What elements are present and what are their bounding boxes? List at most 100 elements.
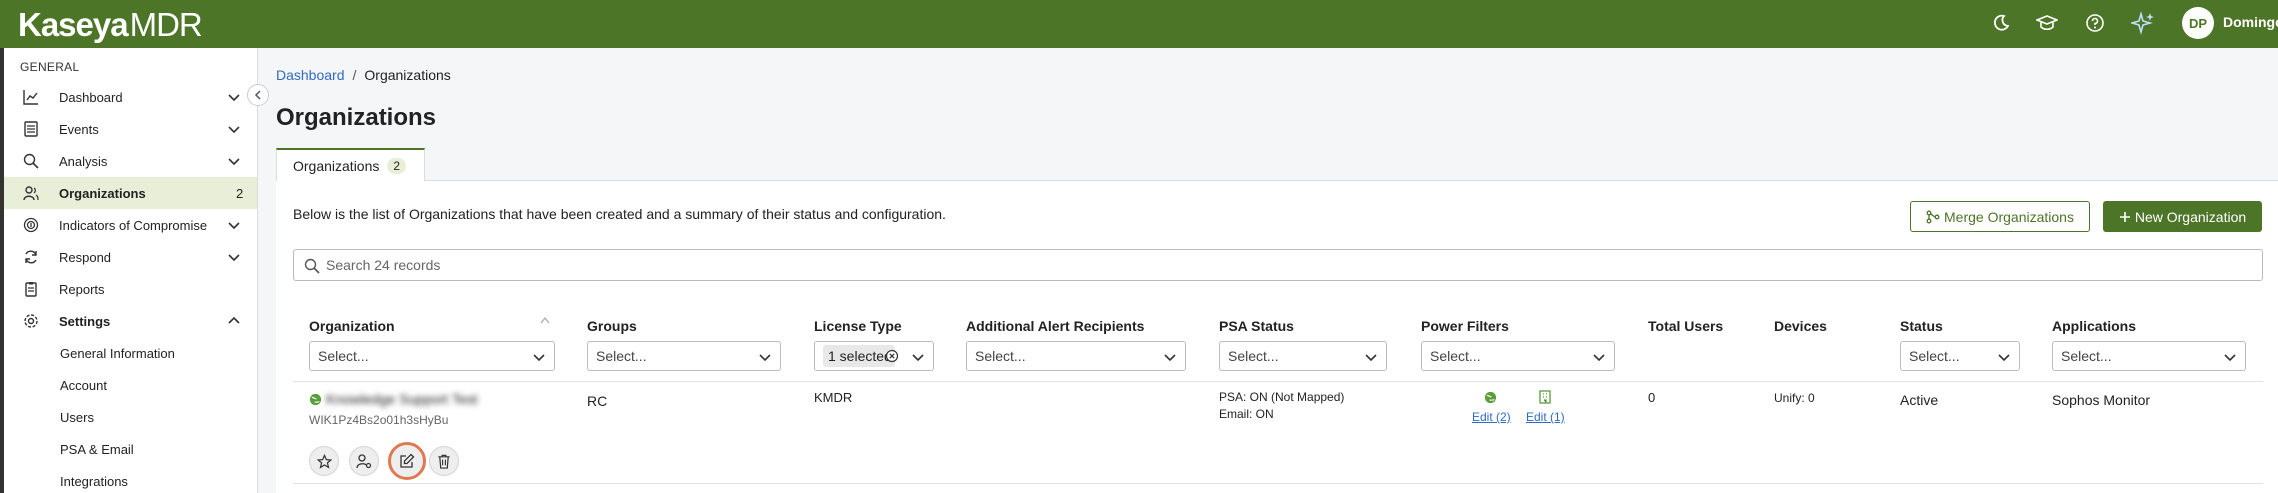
building-icon (1539, 390, 1551, 404)
column-header-total-users[interactable]: Total Users (1648, 318, 1723, 334)
sidebar-item-label: Organizations (59, 186, 146, 201)
help-icon[interactable] (2082, 10, 2108, 36)
delete-organization-button[interactable] (429, 446, 459, 476)
sidebar-item-label: Analysis (59, 154, 108, 169)
org-groups: RC (587, 393, 608, 409)
calendar-icon (24, 121, 38, 137)
org-devices: Unify: 0 (1774, 391, 1815, 405)
sort-asc-icon[interactable] (540, 316, 550, 324)
select-placeholder: Select... (1909, 348, 1960, 364)
column-header-alert-recipients[interactable]: Additional Alert Recipients (966, 318, 1144, 334)
app-logo[interactable]: KaseyaMDR (18, 6, 203, 44)
column-header-psa-status[interactable]: PSA Status (1219, 318, 1294, 334)
chevron-down-icon (228, 158, 240, 166)
org-id: WIK1Pz4Bs2o01h3sHyBu (309, 413, 449, 427)
avatar[interactable]: DP (2182, 7, 2214, 39)
sidebar-item-dashboard[interactable]: Dashboard (4, 81, 257, 113)
user-gear-icon (356, 454, 372, 469)
column-header-organization[interactable]: Organization (309, 318, 395, 334)
sidebar-item-analysis[interactable]: Analysis (4, 145, 257, 177)
logo-main: Kaseya (18, 6, 129, 43)
top-bar: KaseyaMDR DP Domingo (0, 0, 2278, 48)
sidebar-item-organizations[interactable]: Organizations 2 (4, 177, 257, 209)
graduation-cap-icon[interactable] (2034, 10, 2060, 36)
page-description: Below is the list of Organizations that … (293, 206, 946, 222)
sidebar-item-label: Settings (59, 314, 111, 329)
filter-psa-status-select[interactable]: Select... (1219, 341, 1387, 371)
new-organization-button[interactable]: New Organization (2103, 201, 2262, 232)
sidebar-subitem-general-information[interactable]: General Information (60, 346, 175, 361)
chevron-down-icon (228, 222, 240, 230)
filter-power-filters-select[interactable]: Select... (1421, 341, 1615, 371)
sidebar-item-label: Respond (59, 250, 112, 265)
sidebar-subitem-integrations[interactable]: Integrations (60, 474, 128, 489)
new-button-label: New Organization (2134, 208, 2247, 225)
column-header-power-filters[interactable]: Power Filters (1421, 318, 1509, 334)
tab-organizations[interactable]: Organizations 2 (276, 148, 425, 181)
trash-icon (438, 454, 450, 469)
filter-applications-select[interactable]: Select... (2052, 341, 2246, 371)
row-divider (293, 483, 2263, 484)
column-header-license-type[interactable]: License Type (814, 318, 902, 334)
merge-organizations-button[interactable]: Merge Organizations (1910, 201, 2090, 232)
sidebar-item-settings[interactable]: Settings (4, 305, 257, 337)
merge-button-label: Merge Organizations (1944, 208, 2074, 225)
sidebar-item-respond[interactable]: Respond (4, 241, 257, 273)
gear-icon (24, 314, 38, 328)
sidebar-item-reports[interactable]: Reports (4, 273, 257, 305)
org-status: Active (1900, 392, 1939, 408)
sidebar-subitem-account[interactable]: Account (60, 378, 107, 393)
sidebar-item-indicators[interactable]: Indicators of Compromise (4, 209, 257, 241)
column-header-devices[interactable]: Devices (1774, 318, 1827, 334)
chevron-up-icon (228, 316, 240, 324)
column-header-applications[interactable]: Applications (2052, 318, 2136, 334)
globe-icon (309, 393, 322, 406)
sidebar-item-label: Dashboard (59, 90, 123, 105)
sidebar-subitem-users[interactable]: Users (60, 410, 94, 425)
user-name[interactable]: Domingo (2223, 14, 2278, 30)
sidebar-item-events[interactable]: Events (4, 113, 257, 145)
users-icon (23, 186, 39, 201)
filter-groups-select[interactable]: Select... (587, 341, 781, 371)
search-input[interactable] (326, 254, 2226, 276)
chevron-down-icon (228, 126, 240, 134)
sidebar-subitem-psa-email[interactable]: PSA & Email (60, 442, 134, 457)
breadcrumb-link-dashboard[interactable]: Dashboard (276, 67, 345, 83)
sidebar-item-label: Events (59, 122, 99, 137)
power-filter-edit-link[interactable]: Edit (2) (1472, 410, 1511, 424)
sidebar: GENERAL Dashboard Events Analysis Organi… (0, 48, 258, 493)
org-license: KMDR (814, 390, 853, 405)
filter-organization-select[interactable]: Select... (309, 341, 555, 371)
moon-icon[interactable] (1988, 10, 2014, 36)
select-placeholder: Select... (2061, 348, 2112, 364)
select-placeholder: Select... (318, 348, 369, 364)
column-header-status[interactable]: Status (1900, 318, 1943, 334)
column-header-groups[interactable]: Groups (587, 318, 637, 334)
chevron-down-icon (1998, 354, 2010, 362)
manage-users-button[interactable] (349, 446, 379, 476)
sparkle-icon[interactable] (2130, 10, 2156, 36)
breadcrumb-current: Organizations (364, 67, 451, 83)
email-status-line: Email: ON (1219, 407, 1274, 421)
chevron-down-icon (228, 254, 240, 262)
org-applications: Sophos Monitor (2052, 392, 2151, 408)
sidebar-collapse-button[interactable] (247, 84, 269, 106)
chevron-down-icon (1164, 354, 1176, 362)
favorite-button[interactable] (309, 446, 339, 476)
org-name[interactable]: Knowledge Support Test (326, 391, 478, 407)
filter-status-select[interactable]: Select... (1900, 341, 2020, 371)
chevron-down-icon (2224, 354, 2236, 362)
power-filter-edit-link[interactable]: Edit (1) (1526, 410, 1565, 424)
edit-organization-button[interactable] (388, 442, 426, 480)
chevron-left-icon (254, 90, 261, 100)
org-total-users: 0 (1648, 390, 1656, 405)
psa-status-line: PSA: ON (Not Mapped) (1219, 390, 1345, 404)
row-divider (293, 381, 2263, 382)
chart-line-icon (23, 90, 38, 105)
filter-license-select[interactable]: 1 selected (814, 341, 934, 371)
clear-selection-icon[interactable] (885, 349, 899, 363)
select-placeholder: Select... (975, 348, 1026, 364)
search-box (293, 249, 2263, 281)
globe-icon (1484, 391, 1497, 404)
filter-alert-recipients-select[interactable]: Select... (966, 341, 1186, 371)
